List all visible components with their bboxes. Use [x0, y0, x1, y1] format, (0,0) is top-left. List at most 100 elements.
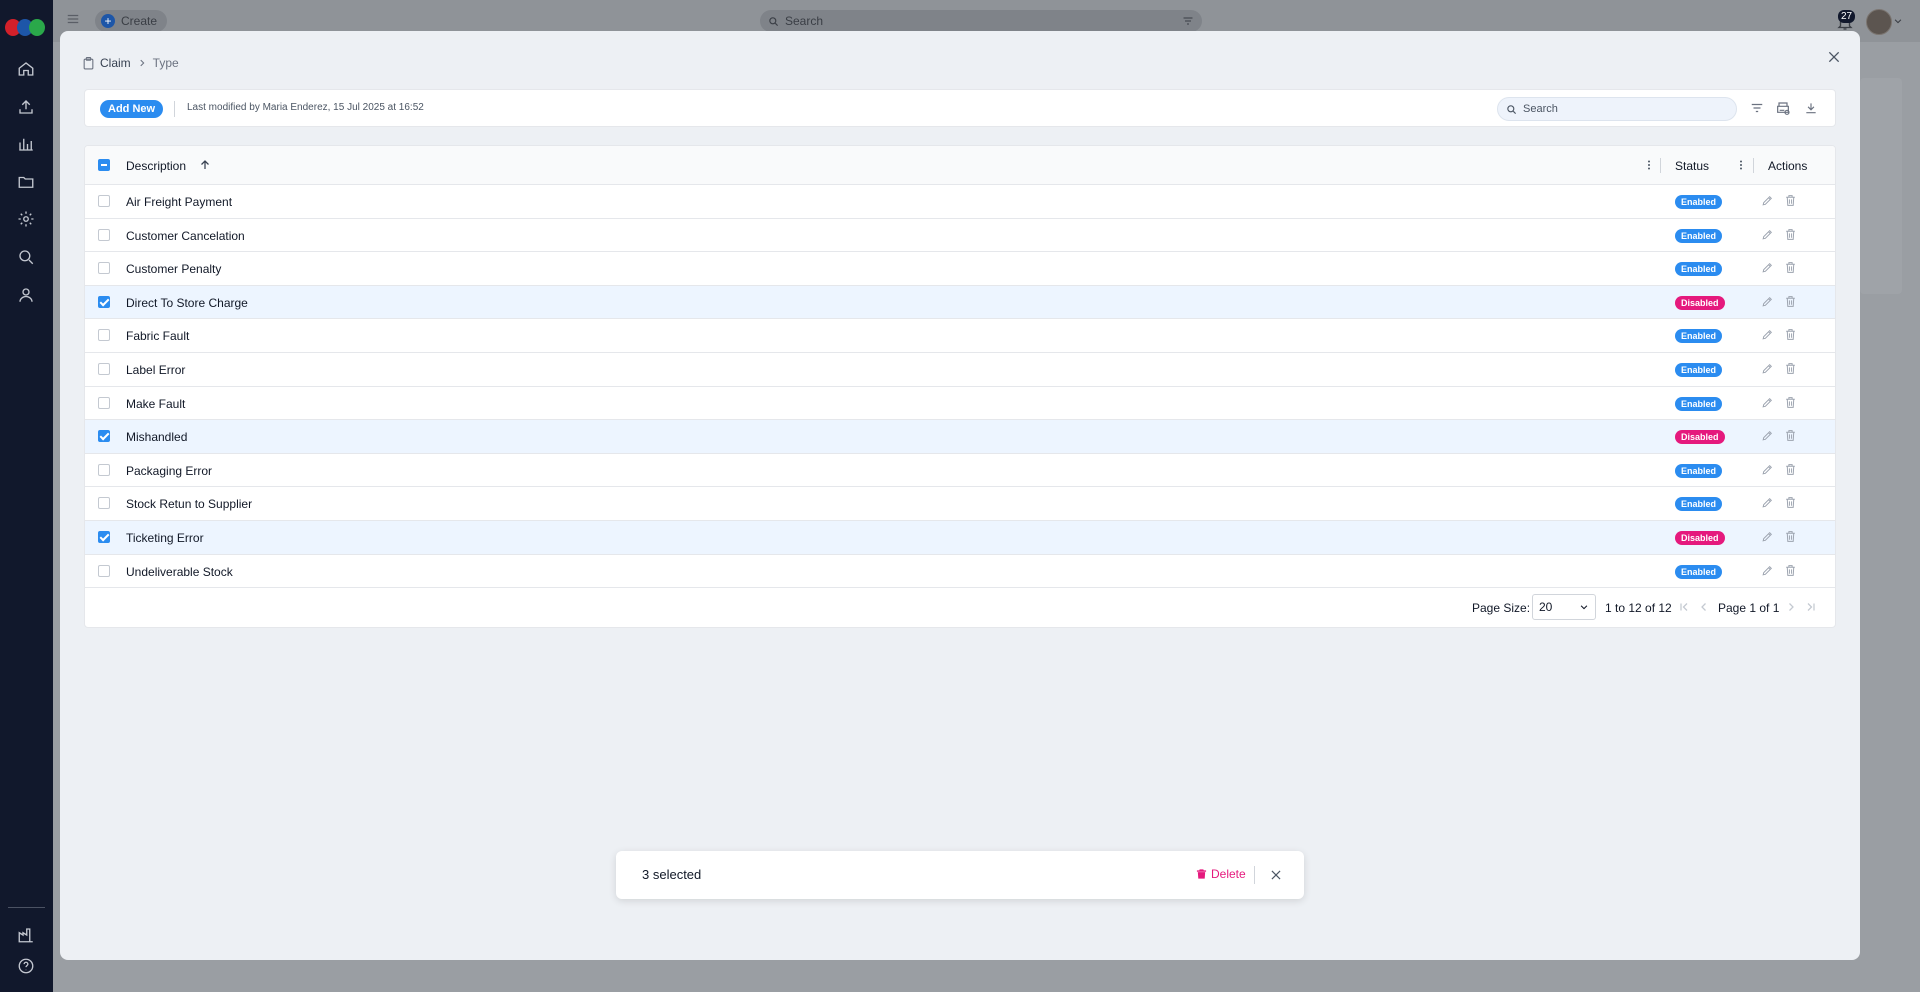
- grid-search-input[interactable]: Search: [1497, 97, 1737, 121]
- next-page-icon[interactable]: [1785, 601, 1797, 613]
- row-checkbox[interactable]: [98, 195, 110, 207]
- row-checkbox[interactable]: [98, 430, 110, 443]
- app-logo[interactable]: [5, 19, 47, 37]
- delete-icon[interactable]: [1784, 295, 1798, 309]
- edit-icon[interactable]: [1761, 362, 1775, 376]
- status-badge: Enabled: [1675, 497, 1723, 512]
- row-description: Label Error: [126, 363, 186, 377]
- column-header-description[interactable]: Description: [126, 159, 186, 173]
- row-range-text: 1 to 12 of 12: [1605, 601, 1672, 615]
- breadcrumb: Claim Type: [83, 56, 179, 70]
- row-checkbox[interactable]: [98, 463, 110, 476]
- column-divider[interactable]: [1753, 158, 1754, 173]
- filter-icon[interactable]: [1182, 15, 1194, 27]
- status-badge: Disabled: [1675, 531, 1725, 545]
- table-row[interactable]: Ticketing Error Disabled: [85, 521, 1835, 555]
- delete-icon[interactable]: [1784, 396, 1798, 410]
- edit-icon[interactable]: [1761, 295, 1775, 309]
- close-icon[interactable]: [1269, 868, 1283, 882]
- chevron-right-icon: [140, 59, 145, 67]
- row-checkbox[interactable]: [98, 262, 110, 275]
- row-checkbox[interactable]: [98, 497, 110, 510]
- grid-header: Description Status Actions: [85, 146, 1835, 185]
- last-page-icon[interactable]: [1805, 601, 1817, 613]
- delete-icon[interactable]: [1784, 463, 1798, 477]
- upload-icon[interactable]: [15, 96, 37, 118]
- delete-icon[interactable]: [1784, 496, 1798, 510]
- user-icon[interactable]: [15, 284, 37, 306]
- delete-icon[interactable]: [1784, 261, 1798, 275]
- selection-bar: 3 selected Delete: [616, 851, 1304, 899]
- edit-icon[interactable]: [1761, 194, 1775, 208]
- delete-selected-button[interactable]: Delete: [1196, 867, 1246, 881]
- edit-icon[interactable]: [1761, 564, 1775, 578]
- row-checkbox[interactable]: [98, 396, 110, 409]
- delete-icon[interactable]: [1784, 194, 1798, 208]
- filter-icon[interactable]: [1750, 101, 1766, 117]
- sort-ascending-icon[interactable]: [199, 159, 211, 171]
- search-icon[interactable]: [15, 246, 37, 268]
- first-page-icon[interactable]: [1678, 601, 1690, 613]
- previous-page-icon[interactable]: [1698, 601, 1710, 613]
- edit-icon[interactable]: [1761, 496, 1775, 510]
- folder-icon[interactable]: [15, 171, 37, 193]
- edit-icon[interactable]: [1761, 396, 1775, 410]
- table-row[interactable]: Air Freight Payment Enabled: [85, 185, 1835, 219]
- edit-icon[interactable]: [1761, 228, 1775, 242]
- delete-icon[interactable]: [1784, 362, 1798, 376]
- column-menu-icon[interactable]: [1643, 159, 1655, 171]
- row-checkbox[interactable]: [98, 363, 110, 375]
- menu-icon[interactable]: [66, 12, 80, 26]
- help-icon[interactable]: [15, 955, 37, 977]
- clipboard-icon: [83, 56, 94, 69]
- table-row[interactable]: Customer Penalty Enabled: [85, 252, 1835, 286]
- chevron-down-icon[interactable]: [1893, 16, 1903, 26]
- claim-type-modal: Claim Type Add New Last modified by Mari…: [60, 31, 1860, 960]
- table-row[interactable]: Undeliverable Stock Enabled: [85, 555, 1835, 589]
- print-settings-icon[interactable]: [1775, 101, 1791, 117]
- download-icon[interactable]: [1804, 101, 1820, 117]
- delete-icon[interactable]: [1784, 228, 1798, 242]
- status-badge: Enabled: [1675, 363, 1723, 377]
- row-checkbox[interactable]: [98, 564, 110, 577]
- settings-icon[interactable]: [15, 208, 37, 230]
- delete-icon[interactable]: [1784, 429, 1798, 443]
- column-divider[interactable]: [1660, 158, 1661, 173]
- add-new-button[interactable]: Add New: [100, 100, 164, 118]
- row-checkbox[interactable]: [98, 329, 110, 342]
- breadcrumb-root[interactable]: Claim: [100, 56, 131, 70]
- row-checkbox[interactable]: [98, 531, 110, 543]
- table-row[interactable]: Mishandled Disabled: [85, 420, 1835, 454]
- table-row[interactable]: Fabric Fault Enabled: [85, 319, 1835, 353]
- avatar[interactable]: [1866, 9, 1892, 35]
- table-row[interactable]: Label Error Enabled: [85, 353, 1835, 387]
- factory-icon[interactable]: [15, 924, 37, 946]
- page-size-select[interactable]: 20: [1532, 594, 1596, 620]
- row-checkbox[interactable]: [98, 228, 110, 241]
- delete-icon[interactable]: [1784, 328, 1798, 342]
- table-row[interactable]: Make Fault Enabled: [85, 387, 1835, 421]
- create-button[interactable]: + Create: [95, 10, 168, 32]
- home-icon[interactable]: [15, 58, 37, 80]
- global-search-input[interactable]: Search: [760, 10, 1202, 32]
- status-badge: Enabled: [1675, 228, 1723, 243]
- edit-icon[interactable]: [1761, 530, 1775, 544]
- row-checkbox[interactable]: [98, 295, 110, 308]
- table-row[interactable]: Direct To Store Charge Disabled: [85, 285, 1835, 320]
- table-row[interactable]: Stock Retun to Supplier Enabled: [85, 487, 1835, 521]
- row-description: Ticketing Error: [126, 531, 204, 545]
- edit-icon[interactable]: [1761, 261, 1775, 275]
- edit-icon[interactable]: [1761, 463, 1775, 477]
- select-all-checkbox[interactable]: [98, 159, 110, 171]
- table-row[interactable]: Packaging Error Enabled: [85, 454, 1835, 488]
- close-icon[interactable]: [1826, 49, 1842, 65]
- column-header-status[interactable]: Status: [1675, 159, 1709, 173]
- chart-icon[interactable]: [15, 133, 37, 155]
- table-row[interactable]: Customer Cancelation Enabled: [85, 219, 1835, 253]
- delete-icon[interactable]: [1784, 564, 1798, 578]
- row-description: Make Fault: [126, 396, 186, 411]
- edit-icon[interactable]: [1761, 328, 1775, 342]
- column-menu-icon[interactable]: [1735, 159, 1747, 171]
- edit-icon[interactable]: [1761, 429, 1775, 443]
- delete-icon[interactable]: [1784, 530, 1798, 544]
